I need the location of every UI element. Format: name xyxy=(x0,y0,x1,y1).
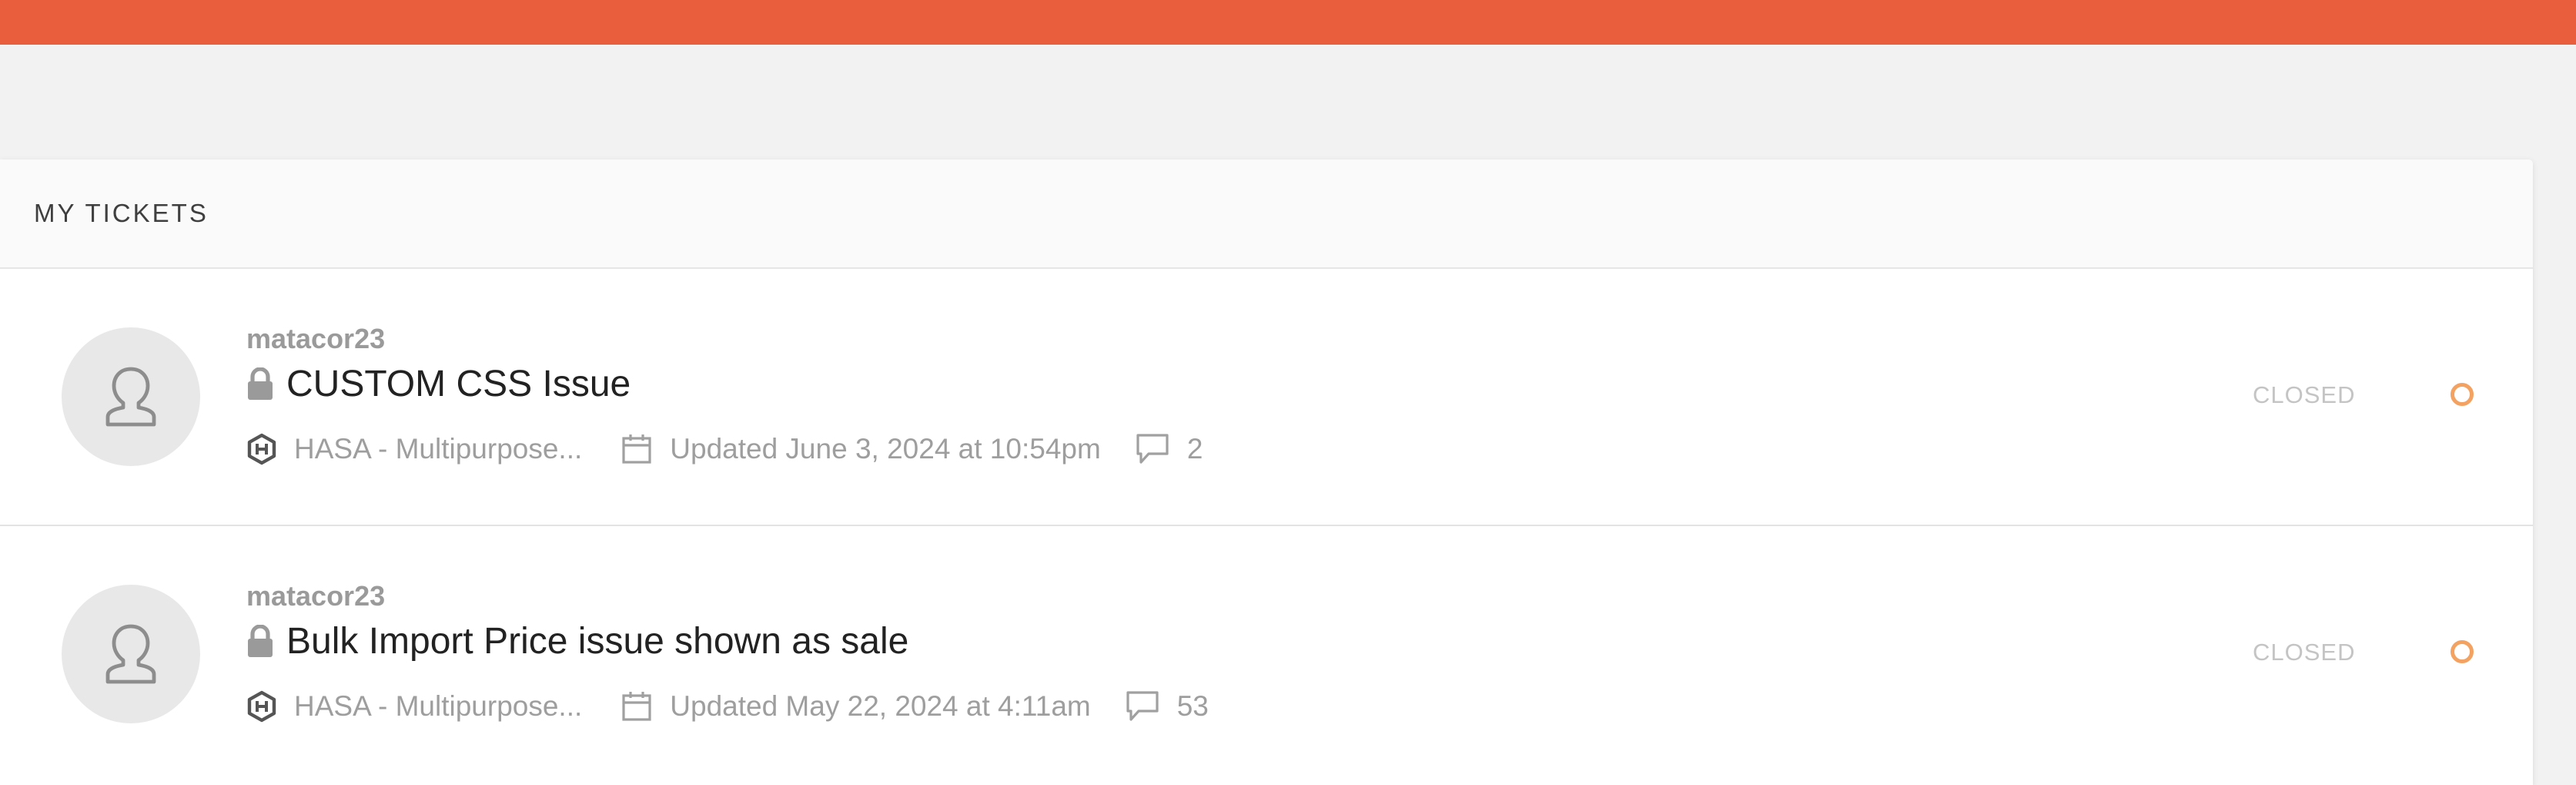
panel-header: MY TICKETS xyxy=(0,159,2533,269)
ticket-title-row[interactable]: CUSTOM CSS Issue xyxy=(246,363,631,405)
product-hex-icon xyxy=(247,690,276,723)
panel-title: MY TICKETS xyxy=(34,199,209,227)
ticket-product[interactable]: HASA - Multipurpose... xyxy=(246,690,621,723)
ticket-updated: Updated May 22, 2024 at 4:11am xyxy=(621,690,1124,723)
calendar-icon xyxy=(622,692,651,721)
lock-icon xyxy=(248,624,273,657)
ticket-comments[interactable]: 53 xyxy=(1125,689,1209,723)
comment-icon xyxy=(1136,434,1169,464)
comment-count[interactable]: 2 xyxy=(1187,433,1203,465)
status-circle-icon xyxy=(2451,383,2474,406)
ticket-title[interactable]: Bulk Import Price issue shown as sale xyxy=(286,620,908,663)
ticket-updated: Updated June 3, 2024 at 10:54pm xyxy=(621,433,1135,465)
status-circle-icon xyxy=(2451,640,2474,663)
updated-text: Updated June 3, 2024 at 10:54pm xyxy=(670,433,1101,465)
lock-icon xyxy=(248,367,273,400)
ticket-author[interactable]: matacor23 xyxy=(246,580,385,612)
tickets-panel: MY TICKETS matacor23 CUSTOM CSS Issue HA… xyxy=(0,159,2533,785)
ticket-row[interactable]: matacor23 CUSTOM CSS Issue HASA - Multip… xyxy=(0,269,2533,526)
calendar-icon xyxy=(622,434,651,464)
ticket-title[interactable]: CUSTOM CSS Issue xyxy=(286,363,631,405)
comment-icon xyxy=(1126,691,1159,721)
top-bar xyxy=(0,0,2576,45)
product-name[interactable]: HASA - Multipurpose... xyxy=(294,690,582,723)
ticket-meta: HASA - Multipurpose... Updated June 3, 2… xyxy=(246,432,1203,466)
product-name[interactable]: HASA - Multipurpose... xyxy=(294,433,582,465)
ticket-author[interactable]: matacor23 xyxy=(246,323,385,355)
status-badge: CLOSED xyxy=(2253,639,2356,666)
ticket-row[interactable]: matacor23 Bulk Import Price issue shown … xyxy=(0,526,2533,783)
user-avatar-icon xyxy=(62,585,200,723)
ticket-product[interactable]: HASA - Multipurpose... xyxy=(246,433,621,465)
ticket-comments[interactable]: 2 xyxy=(1135,432,1203,466)
ticket-title-row[interactable]: Bulk Import Price issue shown as sale xyxy=(246,620,908,663)
status-badge: CLOSED xyxy=(2253,381,2356,408)
updated-text: Updated May 22, 2024 at 4:11am xyxy=(670,690,1091,722)
product-hex-icon xyxy=(247,433,276,465)
comment-count[interactable]: 53 xyxy=(1177,690,1209,723)
ticket-meta: HASA - Multipurpose... Updated May 22, 2… xyxy=(246,689,1209,723)
user-avatar-icon xyxy=(62,327,200,466)
